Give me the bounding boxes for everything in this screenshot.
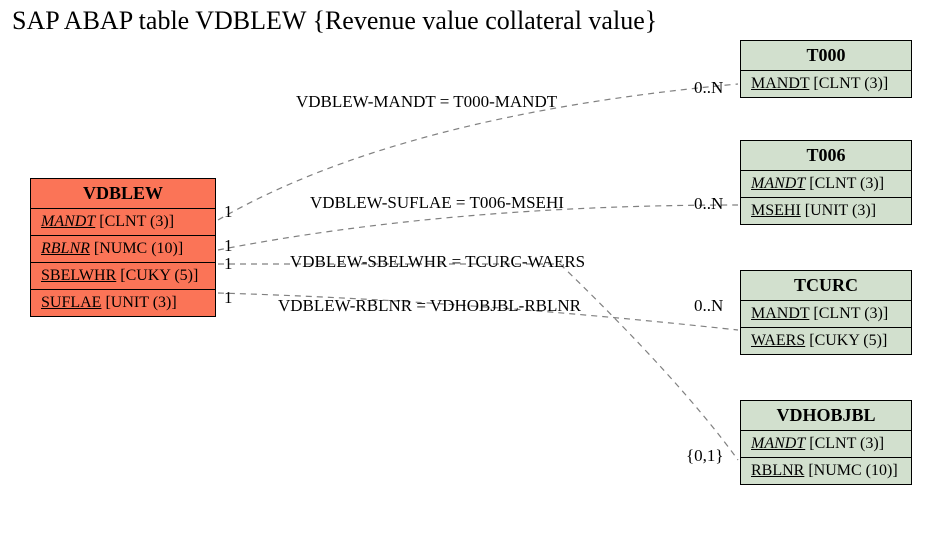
table-row: MANDT [CLNT (3)] (741, 171, 911, 198)
table-header: VDHOBJBL (741, 401, 911, 431)
field-name: RBLNR (41, 240, 90, 257)
table-row: MANDT [CLNT (3)] (741, 431, 911, 458)
table-vdhobjbl: VDHOBJBL MANDT [CLNT (3)] RBLNR [NUMC (1… (740, 400, 912, 485)
field-name: MANDT (751, 305, 809, 322)
field-name: SUFLAE (41, 294, 101, 311)
table-row: MANDT [CLNT (3)] (741, 301, 911, 328)
field-type: [CLNT (3)] (813, 305, 888, 322)
table-row: WAERS [CUKY (5)] (741, 328, 911, 354)
field-type: [CLNT (3)] (813, 75, 888, 92)
edge-label: VDBLEW-SBELWHR = TCURC-WAERS (290, 252, 585, 272)
field-type: [UNIT (3)] (805, 202, 876, 219)
table-t006: T006 MANDT [CLNT (3)] MSEHI [UNIT (3)] (740, 140, 912, 225)
field-type: [CLNT (3)] (809, 175, 884, 192)
table-row: MSEHI [UNIT (3)] (741, 198, 911, 224)
cardinality-right: 0..N (694, 194, 723, 214)
table-row: SUFLAE [UNIT (3)] (31, 290, 215, 316)
field-name: MANDT (41, 213, 95, 230)
field-type: [CUKY (5)] (120, 267, 198, 284)
cardinality-left: 1 (224, 254, 233, 274)
table-row: MANDT [CLNT (3)] (741, 71, 911, 97)
edge-label: VDBLEW-MANDT = T000-MANDT (296, 92, 557, 112)
field-type: [NUMC (10)] (808, 462, 897, 479)
field-name: RBLNR (751, 462, 804, 479)
edge-label: VDBLEW-RBLNR = VDHOBJBL-RBLNR (278, 296, 581, 316)
cardinality-left: 1 (224, 288, 233, 308)
table-row: RBLNR [NUMC (10)] (31, 236, 215, 263)
table-header: TCURC (741, 271, 911, 301)
field-name: WAERS (751, 332, 805, 349)
edge-label: VDBLEW-SUFLAE = T006-MSEHI (310, 193, 564, 213)
cardinality-right: 0..N (694, 296, 723, 316)
table-header: T000 (741, 41, 911, 71)
table-header: VDBLEW (31, 179, 215, 209)
table-tcurc: TCURC MANDT [CLNT (3)] WAERS [CUKY (5)] (740, 270, 912, 355)
field-type: [UNIT (3)] (105, 294, 176, 311)
cardinality-right: {0,1} (686, 446, 724, 466)
table-vdblew: VDBLEW MANDT [CLNT (3)] RBLNR [NUMC (10)… (30, 178, 216, 317)
table-header: T006 (741, 141, 911, 171)
field-name: MSEHI (751, 202, 801, 219)
field-type: [CUKY (5)] (809, 332, 887, 349)
table-t000: T000 MANDT [CLNT (3)] (740, 40, 912, 98)
table-row: MANDT [CLNT (3)] (31, 209, 215, 236)
field-name: MANDT (751, 435, 805, 452)
field-type: [NUMC (10)] (94, 240, 183, 257)
field-name: SBELWHR (41, 267, 116, 284)
field-name: MANDT (751, 175, 805, 192)
field-type: [CLNT (3)] (809, 435, 884, 452)
cardinality-left: 1 (224, 236, 233, 256)
cardinality-right: 0..N (694, 78, 723, 98)
field-type: [CLNT (3)] (99, 213, 174, 230)
table-row: SBELWHR [CUKY (5)] (31, 263, 215, 290)
cardinality-left: 1 (224, 202, 233, 222)
table-row: RBLNR [NUMC (10)] (741, 458, 911, 484)
field-name: MANDT (751, 75, 809, 92)
page-title: SAP ABAP table VDBLEW {Revenue value col… (12, 6, 657, 36)
